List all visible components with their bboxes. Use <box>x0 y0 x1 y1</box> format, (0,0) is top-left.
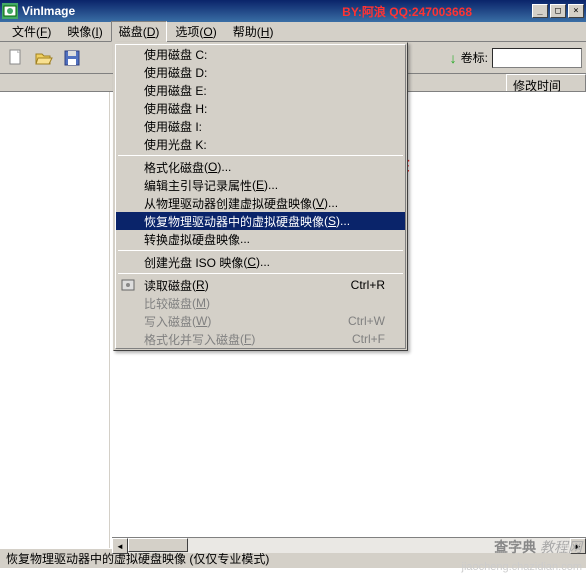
disk-dropdown-menu: 使用磁盘 C: 使用磁盘 D: 使用磁盘 E: 使用磁盘 H: 使用磁盘 I: … <box>113 42 408 351</box>
credits-text: BY:阿浪 QQ:247003668 <box>342 3 472 20</box>
label-section: ↓ 卷标: <box>450 48 582 68</box>
menu-use-disk-h[interactable]: 使用磁盘 H: <box>116 99 405 117</box>
app-title: VinImage <box>22 4 75 18</box>
arrow-down-icon: ↓ <box>450 50 457 66</box>
menu-use-disk-i[interactable]: 使用磁盘 I: <box>116 117 405 135</box>
menu-compare-disk: 比较磁盘(M) <box>116 294 405 312</box>
volume-label-input[interactable] <box>492 48 582 68</box>
window-controls: _ □ × <box>532 4 584 18</box>
disk-icon <box>120 277 136 293</box>
menu-help[interactable]: 帮助(H) <box>225 21 282 42</box>
menu-image[interactable]: 映像(I) <box>59 21 110 42</box>
titlebar: VinImage BY:阿浪 QQ:247003668 _ □ × <box>0 0 586 22</box>
menu-separator <box>118 273 403 274</box>
menu-separator <box>118 155 403 156</box>
minimize-button[interactable]: _ <box>532 4 548 18</box>
menu-use-disk-e[interactable]: 使用磁盘 E: <box>116 81 405 99</box>
column-modtime[interactable]: 修改时间 <box>506 74 586 91</box>
menu-separator <box>118 250 403 251</box>
menu-convert-vhd[interactable]: 转换虚拟硬盘映像... <box>116 230 405 248</box>
tree-panel[interactable] <box>0 92 110 548</box>
volume-label-text: 卷标: <box>461 49 488 66</box>
menu-read-disk[interactable]: 读取磁盘(R)Ctrl+R <box>116 276 405 294</box>
new-button[interactable] <box>4 46 28 70</box>
menu-file[interactable]: 文件(F) <box>4 21 59 42</box>
menu-create-iso[interactable]: 创建光盘 ISO 映像(C)... <box>116 253 405 271</box>
save-button[interactable] <box>60 46 84 70</box>
maximize-button[interactable]: □ <box>550 4 566 18</box>
menu-use-disk-d[interactable]: 使用磁盘 D: <box>116 63 405 81</box>
scroll-thumb[interactable] <box>128 538 188 552</box>
menu-restore-vhd[interactable]: 恢复物理驱动器中的虚拟硬盘映像(S)... <box>116 212 405 230</box>
menu-edit-mbr[interactable]: 编辑主引导记录属性(E)... <box>116 176 405 194</box>
menu-create-vhd[interactable]: 从物理驱动器创建虚拟硬盘映像(V)... <box>116 194 405 212</box>
menu-options[interactable]: 选项(O) <box>167 21 224 42</box>
app-icon <box>2 3 18 19</box>
menu-format-write: 格式化并写入磁盘(F)Ctrl+F <box>116 330 405 348</box>
watermark-brand: 查字典 教程网 <box>494 537 582 557</box>
watermark-url: jiaocheng.chazidian.com <box>462 561 582 573</box>
menubar: 文件(F) 映像(I) 磁盘(D) 选项(O) 帮助(H) <box>0 22 586 42</box>
menu-write-disk: 写入磁盘(W)Ctrl+W <box>116 312 405 330</box>
menu-disk[interactable]: 磁盘(D) <box>111 21 168 42</box>
close-button[interactable]: × <box>568 4 584 18</box>
scroll-left-button[interactable]: ◄ <box>112 538 128 554</box>
menu-use-cd-k[interactable]: 使用光盘 K: <box>116 135 405 153</box>
open-button[interactable] <box>32 46 56 70</box>
menu-use-disk-c[interactable]: 使用磁盘 C: <box>116 45 405 63</box>
menu-format-disk[interactable]: 格式化磁盘(O)... <box>116 158 405 176</box>
